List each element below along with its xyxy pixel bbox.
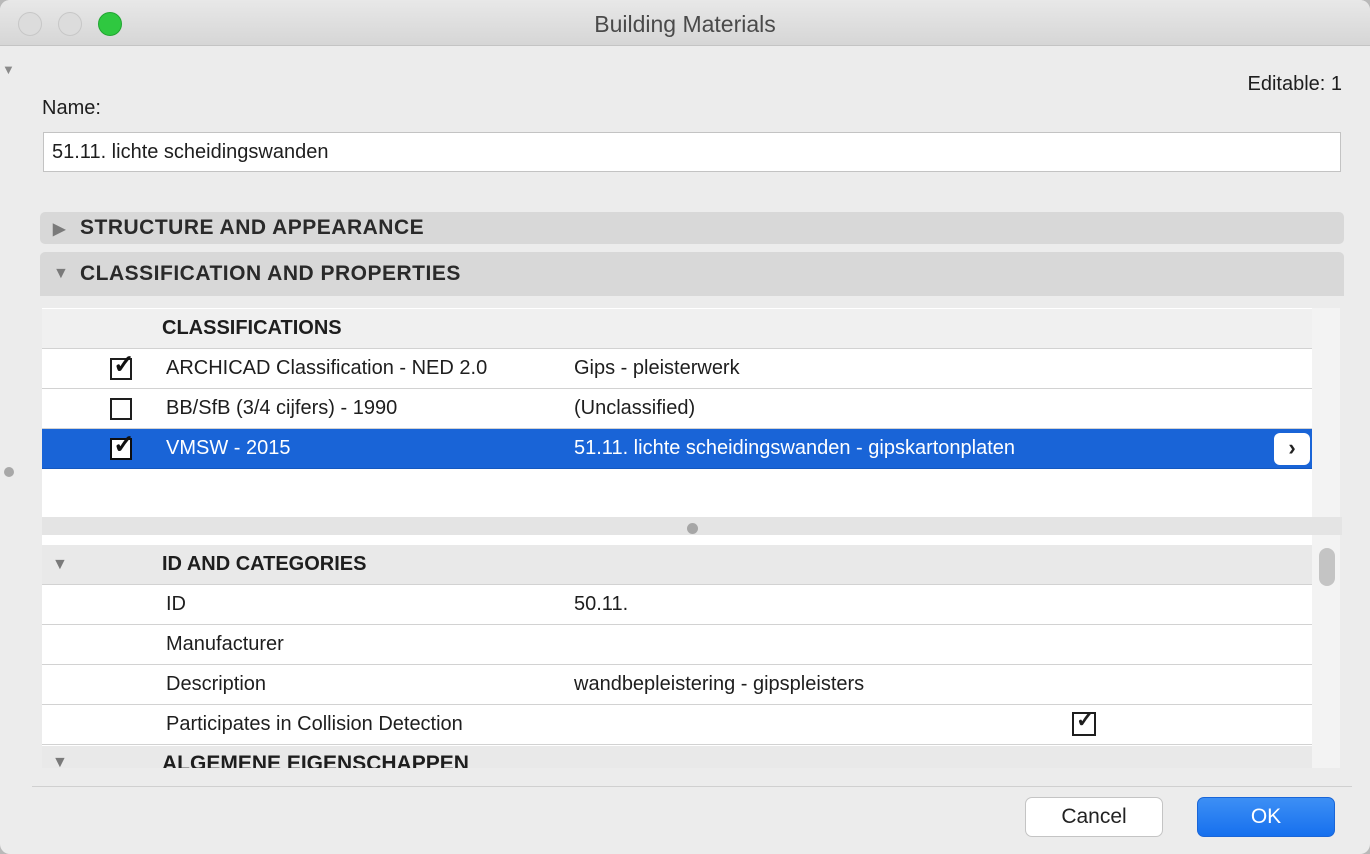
panel-splitter[interactable] [42,517,1342,535]
classification-system: ARCHICAD Classification - NED 2.0 [166,357,488,379]
property-label: Participates in Collision Detection [166,713,463,735]
triangle-down-icon: ▼ [53,265,70,282]
classification-checkbox[interactable]: ✓ [110,431,135,460]
section-classification-properties[interactable]: ▼ CLASSIFICATION AND PROPERTIES [40,252,1344,296]
collapse-triangle-icon: ▼ [2,62,15,77]
ok-button[interactable]: OK [1197,797,1335,837]
classification-row[interactable]: BB/SfB (3/4 cijfers) - 1990 (Unclassifie… [42,389,1312,429]
property-label: Description [166,673,267,695]
name-field[interactable]: 51.11. lichte scheidingswanden [43,132,1341,172]
window-title: Building Materials [594,11,776,37]
splitter-handle-icon[interactable] [687,523,698,534]
section-structure-appearance[interactable]: ▶ STRUCTURE AND APPEARANCE [40,212,1344,244]
editable-count: Editable: 1 [1247,73,1342,95]
resize-handle-icon[interactable] [4,467,14,477]
property-group-title: ID AND CATEGORIES [162,553,367,575]
property-row[interactable]: ID 50.11. [42,585,1312,625]
classification-value: Gips - pleisterwerk [574,357,740,379]
classification-value: (Unclassified) [574,397,696,419]
name-label: Name: [42,97,101,119]
classification-checkbox[interactable] [110,398,132,420]
property-label: Manufacturer [166,633,284,655]
classification-checkbox[interactable]: ✓ [110,351,135,380]
title-bar: Building Materials [0,0,1370,46]
property-group-header[interactable]: ▼ ALGEMENE EIGENSCHAPPEN [42,746,1312,768]
checkmark-icon: ✓ [113,429,135,459]
property-group-header[interactable]: ▼ ID AND CATEGORIES [42,545,1312,585]
triangle-down-icon: ▼ [52,556,68,573]
property-label: ID [166,593,186,615]
property-group-title: ALGEMENE EIGENSCHAPPEN [162,752,469,768]
classification-system: VMSW - 2015 [166,437,291,459]
classifications-header-label: CLASSIFICATIONS [162,317,342,339]
classification-row[interactable]: ✓ ARCHICAD Classification - NED 2.0 Gips… [42,349,1312,389]
property-row[interactable]: Manufacturer [42,625,1312,665]
classification-row-selected[interactable]: ✓ VMSW - 2015 51.11. lichte scheidingswa… [42,429,1312,469]
classification-value: 51.11. lichte scheidingswanden - gipskar… [574,437,1016,459]
scrollbar-track[interactable] [1312,308,1340,768]
triangle-down-icon: ▼ [52,754,68,768]
triangle-right-icon: ▶ [53,221,66,238]
cancel-button[interactable]: Cancel [1025,797,1163,837]
section-title: CLASSIFICATION AND PROPERTIES [80,262,461,285]
checkmark-icon: ✓ [113,349,135,379]
classifications-header: CLASSIFICATIONS [42,309,1312,349]
chevron-right-icon[interactable]: › [1274,433,1310,465]
classification-system: BB/SfB (3/4 cijfers) - 1990 [166,397,398,419]
property-row[interactable]: Participates in Collision Detection ✓ [42,705,1312,745]
property-value[interactable]: wandbepleistering - gipspleisters [574,673,864,696]
property-row[interactable]: Description wandbepleistering - gipsplei… [42,665,1312,705]
dialog-window: Building Materials ▼ Editable: 1 Name: 5… [0,0,1370,854]
property-value[interactable]: 50.11. [574,593,628,616]
checkmark-icon: ✓ [1076,707,1095,732]
section-title: STRUCTURE AND APPEARANCE [80,216,425,239]
scrollbar-thumb[interactable] [1319,548,1335,586]
collision-detection-checkbox[interactable]: ✓ [1072,707,1096,736]
footer-divider [32,786,1352,787]
